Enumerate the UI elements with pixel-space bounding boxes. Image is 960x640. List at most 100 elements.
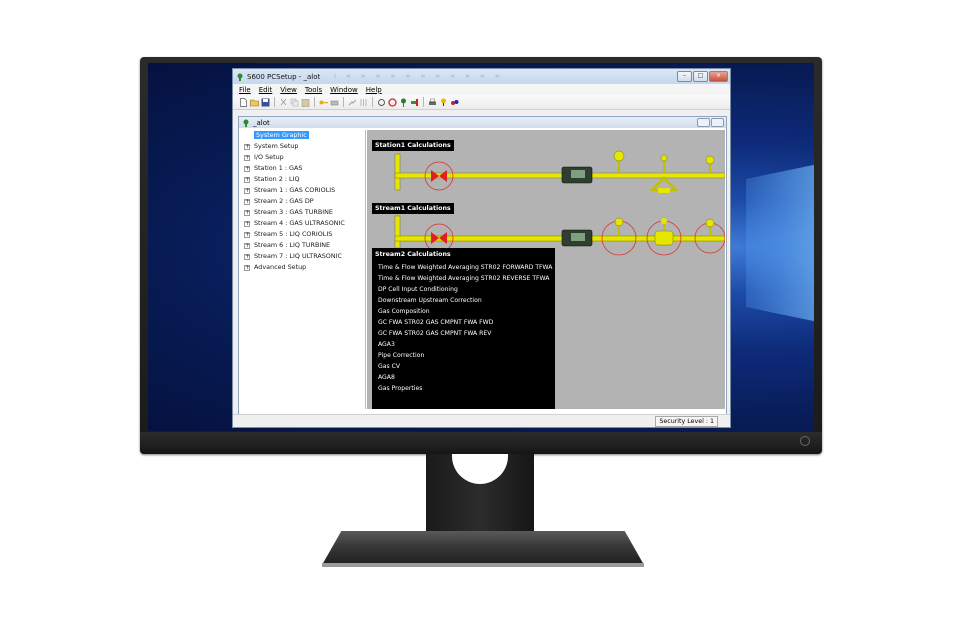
paste-icon[interactable] [301, 98, 310, 107]
menu-file[interactable]: File [239, 86, 251, 94]
app-window: S600 PCSetup - _alot i ∞ ∞ ∞ ∞ ∞ ∞ ∞ ∞ ∞… [232, 68, 731, 428]
app-icon [237, 73, 243, 81]
printer-settings-icon[interactable] [330, 98, 339, 107]
document-close-button[interactable] [711, 118, 724, 127]
calc-item[interactable]: Gas Properties [372, 383, 555, 394]
green-red-flag-icon[interactable] [410, 98, 419, 107]
stream1-calculations-label[interactable]: Stream1 Calculations [372, 203, 454, 214]
tree-item-label: Stream 7 : LIQ ULTRASONIC [254, 252, 342, 260]
station1-flow-computer-icon[interactable] [561, 166, 593, 184]
tree-item-stream-4[interactable]: + Stream 4 : GAS ULTRASONIC [241, 218, 365, 229]
monitor-chin [140, 432, 822, 454]
navigation-tree: System Graphic + System Setup + I/O Setu… [241, 130, 366, 409]
new-file-icon[interactable] [239, 97, 248, 107]
document-title: _alot [253, 118, 270, 127]
window-title: S600 PCSetup - _alot [247, 72, 321, 81]
status-bar: Security Level : 1 [233, 414, 730, 427]
menu-window[interactable]: Window [330, 86, 358, 94]
expand-icon[interactable]: + [244, 221, 250, 227]
station1-calculations-label[interactable]: Station1 Calculations [372, 140, 454, 151]
system-graphic-canvas: Station1 Calculations Stream1 Calculatio… [367, 130, 725, 409]
tree-pin-icon[interactable] [399, 98, 408, 107]
print-icon[interactable] [428, 98, 437, 107]
context-help-icon[interactable] [450, 98, 459, 107]
tree-item-label: I/O Setup [254, 153, 284, 161]
station1-temperature-icon[interactable] [705, 155, 715, 173]
calc-item[interactable]: AGA3 [372, 339, 555, 350]
key-icon[interactable] [319, 98, 328, 107]
expand-icon[interactable]: + [244, 166, 250, 172]
connect-icon[interactable] [348, 98, 357, 107]
calc-item[interactable]: Time & Flow Weighted Averaging STR02 FOR… [372, 262, 555, 273]
document-icon [243, 119, 249, 127]
window-title-reflection: i ∞ ∞ ∞ ∞ ∞ ∞ ∞ ∞ ∞ ∞ ∞ [334, 73, 504, 80]
menu-view[interactable]: View [280, 86, 297, 94]
document-restore-button[interactable] [697, 118, 710, 127]
tree-item-label: Stream 4 : GAS ULTRASONIC [254, 219, 345, 227]
expand-icon[interactable]: + [244, 254, 250, 260]
calc-item[interactable]: DP Cell Input Conditioning [372, 284, 555, 295]
refresh-icon[interactable] [377, 98, 386, 107]
expand-icon[interactable]: + [244, 144, 250, 150]
menu-edit[interactable]: Edit [259, 86, 273, 94]
stop-icon[interactable] [388, 97, 397, 107]
document-title-bar[interactable]: _alot [239, 117, 726, 128]
menu-tools[interactable]: Tools [305, 86, 322, 94]
menu-bar: File Edit View Tools Window Help [233, 84, 730, 95]
calc-item[interactable]: Gas Composition [372, 306, 555, 317]
document-window: _alot System Graphic + System Setup + I/… [238, 116, 727, 415]
tree-item-stream-3[interactable]: + Stream 3 : GAS TURBINE [241, 207, 365, 218]
stream1-pipeline [394, 215, 725, 249]
tree-item-station-2[interactable]: + Station 2 : LIQ [241, 174, 365, 185]
tree-item-system-graphic[interactable]: System Graphic [241, 130, 365, 141]
tree-item-label: Stream 5 : LIQ CORIOLIS [254, 230, 333, 238]
cut-icon[interactable] [279, 98, 288, 107]
expand-icon[interactable]: + [244, 265, 250, 271]
calc-item[interactable]: Time & Flow Weighted Averaging STR02 REV… [372, 273, 555, 284]
tree-item-stream-6[interactable]: + Stream 6 : LIQ TURBINE [241, 240, 365, 251]
open-folder-icon[interactable] [250, 98, 259, 107]
tree-item-stream-5[interactable]: + Stream 5 : LIQ CORIOLIS [241, 229, 365, 240]
menu-help[interactable]: Help [366, 86, 382, 94]
help-icon[interactable] [439, 98, 448, 107]
station1-transmitter-icon[interactable] [613, 150, 625, 173]
expand-icon[interactable]: + [244, 155, 250, 161]
stand-base-edge [322, 563, 644, 567]
tree-item-stream-1[interactable]: + Stream 1 : GAS CORIOLIS [241, 185, 365, 196]
maximize-button[interactable]: □ [693, 71, 708, 82]
tree-item-label: System Graphic [254, 131, 309, 139]
expand-icon[interactable]: + [244, 177, 250, 183]
calc-item[interactable]: GC FWA STR02 GAS CMPNT FWA FWD [372, 317, 555, 328]
expand-icon[interactable]: + [244, 188, 250, 194]
expand-icon[interactable]: + [244, 243, 250, 249]
tree-item-label: Stream 1 : GAS CORIOLIS [254, 186, 336, 194]
toolbar [233, 95, 730, 110]
expand-icon[interactable]: + [244, 232, 250, 238]
tree-item-stream-7[interactable]: + Stream 7 : LIQ ULTRASONIC [241, 251, 365, 262]
minimize-button[interactable]: – [677, 71, 692, 82]
calc-item[interactable]: Gas CV [372, 361, 555, 372]
calc-item[interactable]: AGA8 [372, 372, 555, 383]
expand-icon[interactable]: + [244, 199, 250, 205]
title-bar[interactable]: S600 PCSetup - _alot i ∞ ∞ ∞ ∞ ∞ ∞ ∞ ∞ ∞… [233, 69, 730, 84]
stream2-calculations-title: Stream2 Calculations [375, 251, 451, 258]
save-icon[interactable] [261, 98, 270, 107]
calc-item[interactable]: Pipe Correction [372, 350, 555, 361]
transfer-icon[interactable] [359, 98, 368, 107]
tree-item-advanced-setup[interactable]: + Advanced Setup [241, 262, 365, 273]
tree-item-label: Station 1 : GAS [254, 164, 303, 172]
calc-item[interactable]: Downstream Upstream Correction [372, 295, 555, 306]
tree-item-label: Stream 6 : LIQ TURBINE [254, 241, 331, 249]
tree-item-io-setup[interactable]: + I/O Setup [241, 152, 365, 163]
copy-icon[interactable] [290, 98, 299, 107]
expand-icon[interactable]: + [244, 210, 250, 216]
tree-item-system-setup[interactable]: + System Setup [241, 141, 365, 152]
tree-item-stream-2[interactable]: + Stream 2 : GAS DP [241, 196, 365, 207]
power-button-icon[interactable] [800, 436, 810, 446]
close-button[interactable]: × [709, 71, 728, 82]
tree-item-station-1[interactable]: + Station 1 : GAS [241, 163, 365, 174]
security-level-status: Security Level : 1 [655, 416, 718, 427]
calc-item[interactable]: GC FWA STR02 GAS CMPNT FWA REV [372, 328, 555, 339]
tree-item-label: Advanced Setup [254, 263, 307, 271]
stream1-flow-computer-icon[interactable] [561, 229, 593, 247]
